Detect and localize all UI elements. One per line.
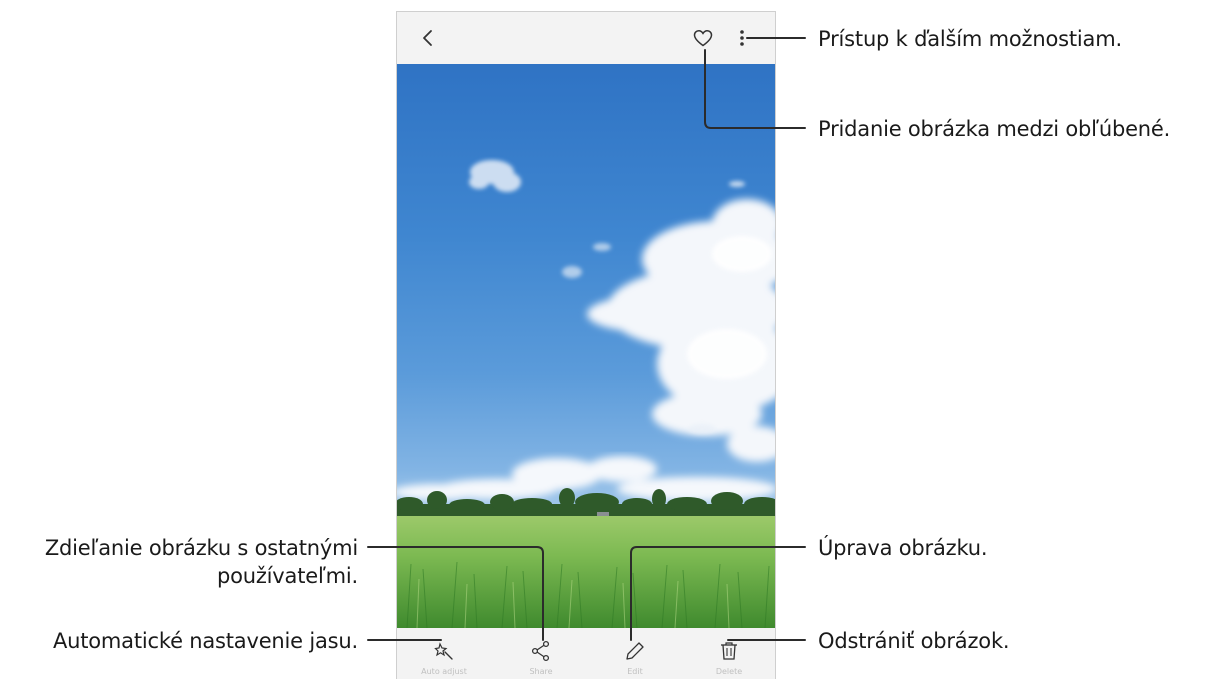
auto-adjust-callout: Automatické nastavenie jasu. <box>52 629 358 653</box>
share-leader <box>367 546 544 641</box>
delete-callout: Odstrániť obrázok. <box>818 629 1010 653</box>
share-callout-line2: používateľmi. <box>216 564 358 588</box>
more-options-callout: Prístup k ďalším možnostiam. <box>818 27 1122 51</box>
share-callout-line1: Zdieľanie obrázku s ostatnými <box>44 536 358 560</box>
favorite-callout: Pridanie obrázka medzi obľúbené. <box>818 117 1171 141</box>
edit-leader <box>630 546 806 641</box>
favorite-leader <box>704 49 806 129</box>
callout-lines <box>367 37 806 641</box>
manual-page: { "tools": [ {"label": "Auto adjust", "i… <box>0 0 1210 679</box>
edit-callout: Úprava obrázku. <box>818 536 988 560</box>
